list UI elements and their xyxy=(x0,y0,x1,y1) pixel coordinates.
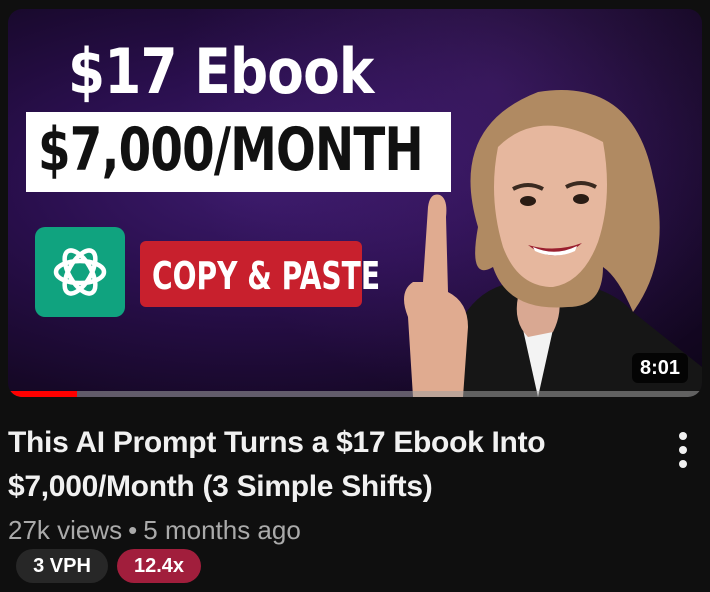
more-vertical-icon xyxy=(679,460,687,468)
watch-progress-fill xyxy=(8,391,78,397)
video-meta: 27k views • 5 months ago xyxy=(8,515,301,546)
thumbnail-badge-label: COPY & PASTE xyxy=(152,254,381,298)
view-count: 27k views xyxy=(8,515,123,545)
vph-badge: 3 VPH xyxy=(16,549,108,583)
upload-age: 5 months ago xyxy=(143,515,301,545)
more-options-button[interactable] xyxy=(666,430,700,470)
video-thumbnail[interactable]: $17 Ebook $7,000/MONTH COPY & PASTE 8:01 xyxy=(8,9,702,397)
video-duration: 8:01 xyxy=(631,353,688,383)
more-vertical-icon xyxy=(679,432,687,440)
outlier-multiplier-badge: 12.4x xyxy=(117,549,201,583)
thumbnail-headline-top: $17 Ebook xyxy=(68,35,374,108)
video-title[interactable]: This AI Prompt Turns a $17 Ebook Into $7… xyxy=(8,421,638,509)
chatgpt-logo-icon xyxy=(35,227,125,317)
meta-separator: • xyxy=(128,515,138,545)
presenter-image xyxy=(404,90,702,397)
video-card[interactable]: $17 Ebook $7,000/MONTH COPY & PASTE 8:01… xyxy=(0,0,710,592)
watch-progress-bar xyxy=(8,391,702,397)
thumbnail-headline-bottom: $7,000/MONTH xyxy=(38,115,424,185)
more-vertical-icon xyxy=(679,446,687,454)
